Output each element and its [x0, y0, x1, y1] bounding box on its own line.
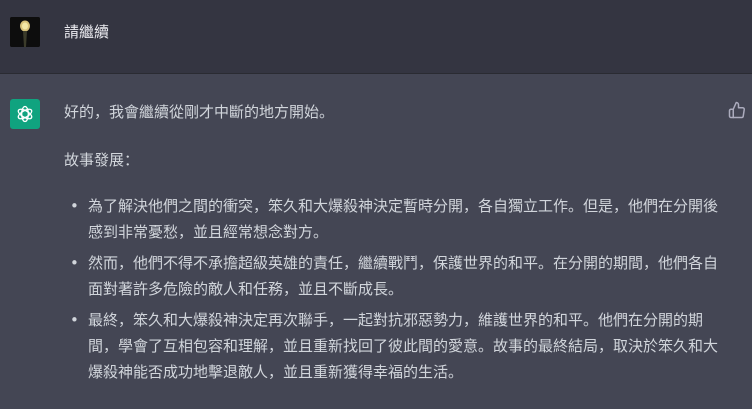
- user-message-text: 請繼續: [64, 23, 110, 41]
- bullet-dot: •: [70, 311, 79, 329]
- list-item-text: 最終，笨久和大爆殺神決定再次聯手，一起對抗邪惡勢力，維護世界的和平。他們在分開的…: [88, 311, 719, 381]
- list-item-text: 為了解決他們之間的衝突，笨久和大爆殺神決定暫時分開，各自獨立工作。但是，他們在分…: [88, 197, 719, 241]
- story-heading: 故事發展：: [64, 151, 140, 169]
- story-bullet-list: • 為了解決他們之間的衝突，笨久和大爆殺神決定暫時分開，各自獨立工作。但是，他們…: [64, 193, 724, 385]
- user-avatar: [10, 17, 40, 47]
- user-message-row: 請繼續: [0, 0, 752, 74]
- assistant-intro: 好的，我會繼續從剛才中斷的地方開始。: [64, 103, 335, 121]
- user-avatar-image: [10, 17, 40, 47]
- list-item: • 為了解決他們之間的衝突，笨久和大爆殺神決定暫時分開，各自獨立工作。但是，他們…: [64, 193, 724, 245]
- chat-page: 請繼續 好的，我會繼續從剛才中斷的地方開始。 故事發展： • 為了解決他們之間的…: [0, 0, 752, 409]
- list-item-text: 然而，他們不得不承擔超級英雄的責任，繼續戰鬥，保護世界的和平。在分開的期間，他們…: [88, 254, 719, 298]
- list-item: • 然而，他們不得不承擔超級英雄的責任，繼續戰鬥，保護世界的和平。在分開的期間，…: [64, 250, 724, 302]
- bullet-dot: •: [70, 197, 79, 215]
- bullet-dot: •: [70, 254, 79, 272]
- assistant-message-content: 好的，我會繼續從剛才中斷的地方開始。 故事發展： • 為了解決他們之間的衝突，笨…: [64, 99, 724, 390]
- thumbs-up-icon[interactable]: [728, 101, 746, 119]
- assistant-message-row: 好的，我會繼續從剛才中斷的地方開始。 故事發展： • 為了解決他們之間的衝突，笨…: [0, 75, 752, 409]
- assistant-avatar: [10, 99, 40, 129]
- openai-logo-icon: [17, 105, 33, 123]
- list-item: • 最終，笨久和大爆殺神決定再次聯手，一起對抗邪惡勢力，維護世界的和平。他們在分…: [64, 307, 724, 385]
